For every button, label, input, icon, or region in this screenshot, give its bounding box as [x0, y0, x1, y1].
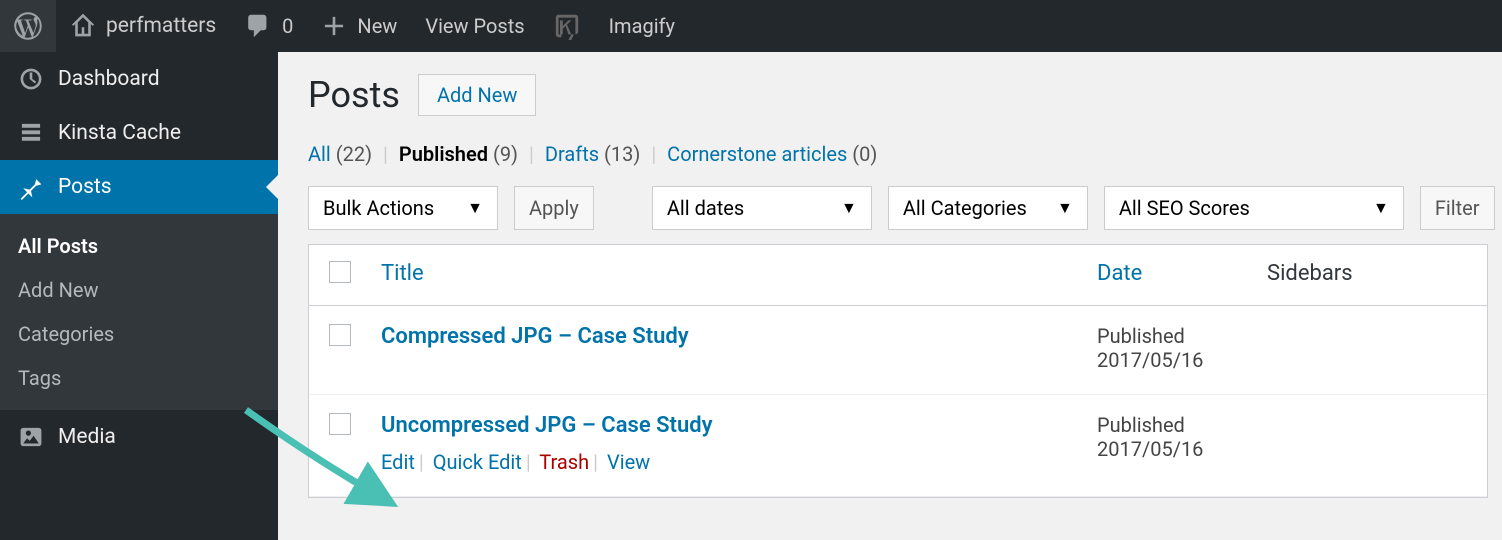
site-name: perfmatters: [106, 14, 216, 38]
row-checkbox[interactable]: [329, 324, 351, 346]
apply-button[interactable]: Apply: [514, 186, 594, 230]
post-title-link[interactable]: Compressed JPG – Case Study: [381, 324, 689, 349]
table-row: Compressed JPG – Case Study Published 20…: [309, 306, 1487, 395]
comments-link[interactable]: 0: [230, 0, 307, 52]
comment-icon: [244, 12, 272, 40]
yoast-icon: [553, 12, 581, 40]
submenu-add-new[interactable]: Add New: [0, 268, 278, 312]
main-content: Posts Add New All (22) | Published (9) |…: [278, 52, 1502, 540]
tablenav: Bulk Actions▼ Apply All dates▼ All Categ…: [308, 186, 1502, 230]
dashboard-icon: [18, 66, 44, 92]
yoast-link[interactable]: [539, 0, 595, 52]
comment-count: 0: [282, 14, 293, 38]
column-date[interactable]: Date: [1097, 261, 1142, 286]
row-checkbox[interactable]: [329, 413, 351, 435]
column-title[interactable]: Title: [381, 261, 424, 286]
column-sidebars: Sidebars: [1267, 261, 1467, 286]
submenu-tags[interactable]: Tags: [0, 356, 278, 400]
wordpress-icon: [14, 12, 42, 40]
filter-all[interactable]: All (22): [308, 142, 372, 166]
filter-cornerstone[interactable]: Cornerstone articles: [667, 142, 847, 166]
site-link[interactable]: perfmatters: [56, 0, 230, 52]
sidebar-item-kinsta-cache[interactable]: Kinsta Cache: [0, 106, 278, 160]
post-date: 2017/05/16: [1097, 348, 1267, 372]
media-icon: [18, 424, 44, 450]
filter-drafts[interactable]: Drafts (13): [545, 142, 640, 166]
wp-logo[interactable]: [0, 0, 56, 52]
table-row: Uncompressed JPG – Case Study Edit| Quic…: [309, 395, 1487, 497]
view-link[interactable]: View: [607, 450, 650, 474]
add-new-button[interactable]: Add New: [418, 74, 536, 116]
quick-edit-link[interactable]: Quick Edit: [433, 450, 522, 474]
post-status: Published: [1097, 413, 1267, 437]
dates-select[interactable]: All dates▼: [652, 186, 872, 230]
row-actions: Edit| Quick Edit| Trash| View: [381, 450, 1097, 474]
sidebar-item-posts[interactable]: Posts: [0, 160, 278, 214]
post-title-link[interactable]: Uncompressed JPG – Case Study: [381, 413, 713, 438]
select-all-checkbox[interactable]: [329, 261, 351, 283]
submenu-all-posts[interactable]: All Posts: [0, 224, 278, 268]
table-header: Title Date Sidebars: [309, 245, 1487, 306]
trash-link[interactable]: Trash: [539, 450, 589, 474]
new-content-link[interactable]: New: [307, 0, 411, 52]
edit-link[interactable]: Edit: [381, 450, 415, 474]
categories-select[interactable]: All Categories▼: [888, 186, 1088, 230]
home-icon: [70, 13, 96, 39]
bulk-actions-select[interactable]: Bulk Actions▼: [308, 186, 498, 230]
post-status-filters: All (22) | Published (9) | Drafts (13) |…: [308, 142, 1502, 166]
new-label: New: [357, 14, 397, 38]
submenu-categories[interactable]: Categories: [0, 312, 278, 356]
plus-icon: [321, 13, 347, 39]
view-posts-link[interactable]: View Posts: [411, 0, 538, 52]
admin-topbar: perfmatters 0 New View Posts Imagify: [0, 0, 1502, 52]
pin-icon: [18, 174, 44, 200]
sidebar-item-media[interactable]: Media: [0, 410, 278, 464]
posts-submenu: All Posts Add New Categories Tags: [0, 214, 278, 410]
post-status: Published: [1097, 324, 1267, 348]
filter-published[interactable]: Published (9): [399, 142, 518, 166]
post-date: 2017/05/16: [1097, 437, 1267, 461]
page-title: Posts: [308, 74, 400, 116]
posts-table: Title Date Sidebars Compressed JPG – Cas…: [308, 244, 1488, 498]
database-icon: [18, 120, 44, 146]
seo-select[interactable]: All SEO Scores▼: [1104, 186, 1404, 230]
filter-button[interactable]: Filter: [1420, 186, 1495, 230]
admin-sidebar: Dashboard Kinsta Cache Posts All Posts A…: [0, 52, 278, 540]
sidebar-item-dashboard[interactable]: Dashboard: [0, 52, 278, 106]
imagify-link[interactable]: Imagify: [595, 0, 689, 52]
